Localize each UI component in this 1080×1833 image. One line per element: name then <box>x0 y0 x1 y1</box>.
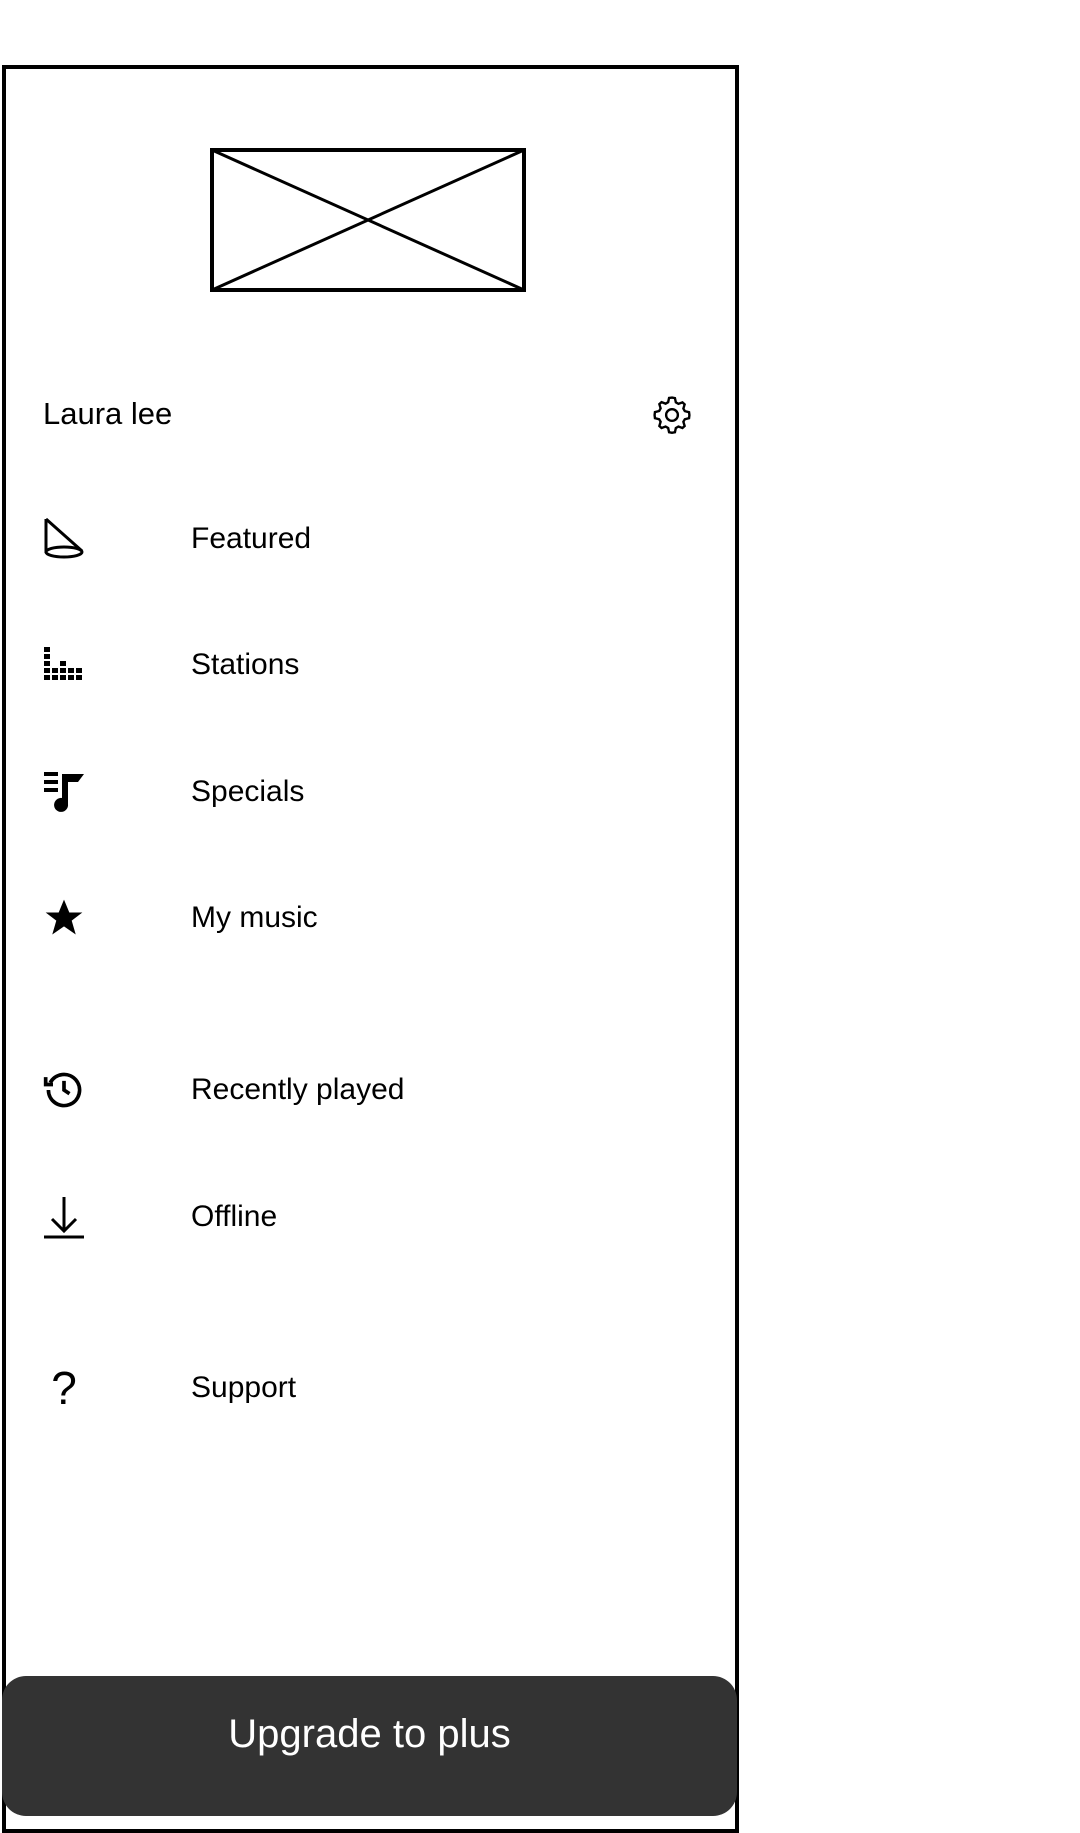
gear-icon[interactable] <box>650 393 694 437</box>
music-queue-icon <box>40 768 88 816</box>
download-icon <box>40 1193 88 1241</box>
cone-icon <box>40 515 88 563</box>
menu-item-stations[interactable]: Stations <box>40 635 700 695</box>
menu-item-recently-played[interactable]: Recently played <box>40 1060 700 1120</box>
menu-item-support[interactable]: ? Support <box>40 1358 700 1418</box>
upgrade-button[interactable]: Upgrade to plus <box>2 1676 737 1816</box>
menu-item-label: My music <box>191 901 318 934</box>
user-name: Laura lee <box>43 396 173 431</box>
menu-item-offline[interactable]: Offline <box>40 1187 700 1247</box>
menu-item-label: Recently played <box>191 1073 405 1106</box>
star-icon <box>40 894 88 942</box>
menu-item-specials[interactable]: Specials <box>40 762 700 822</box>
upgrade-button-label: Upgrade to plus <box>228 1712 511 1756</box>
equalizer-icon <box>40 641 88 689</box>
question-icon: ? <box>51 1362 77 1414</box>
navigation-drawer <box>2 65 739 1833</box>
menu-item-label: Support <box>191 1371 297 1404</box>
menu-item-label: Stations <box>191 648 300 681</box>
menu-item-my-music[interactable]: My music <box>40 888 700 948</box>
menu-item-label: Offline <box>191 1200 278 1233</box>
image-placeholder <box>210 148 526 292</box>
menu-item-label: Specials <box>191 775 305 808</box>
history-icon <box>40 1066 88 1114</box>
menu-item-featured[interactable]: Featured <box>40 509 700 569</box>
menu-item-label: Featured <box>191 522 312 555</box>
